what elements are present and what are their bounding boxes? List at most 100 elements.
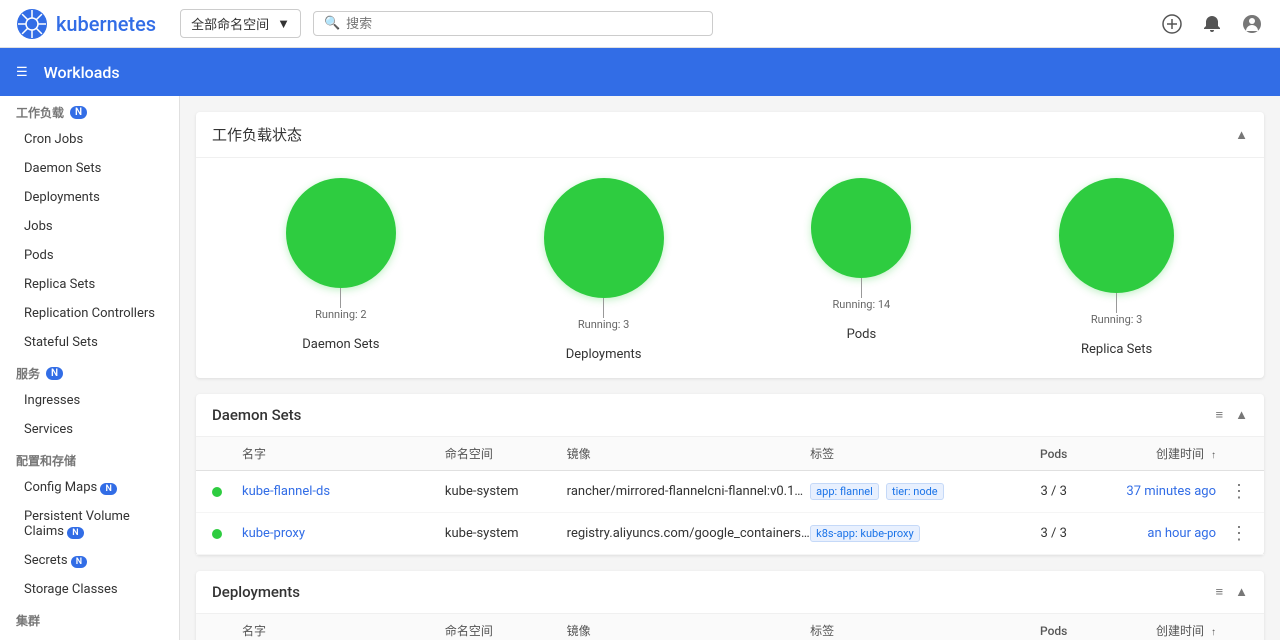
kubernetes-logo-icon [16,8,48,40]
top-nav: kubernetes 全部命名空间 ▼ 🔍 [0,0,1280,48]
ds-row2-labels: k8s-app: kube-proxy [810,525,1013,542]
sidebar-item-stateful-sets[interactable]: Stateful Sets [0,328,179,357]
chevron-down-icon: ▼ [277,16,290,32]
ds-row1-more-icon[interactable]: ⋮ [1230,481,1248,502]
daemon-sets-circle-container: Running: 2 [286,178,396,321]
daemon-sets-card-title: Daemon Sets [212,406,301,424]
dep-labels-col-header: 标签 [810,622,1013,639]
daemon-sets-sort-icon: ↑ [1211,450,1216,461]
logo: kubernetes [16,8,156,40]
replica-sets-circle-container: Running: 3 [1059,178,1174,326]
sidebar-item-jobs[interactable]: Jobs [0,212,179,241]
notification-icon[interactable] [1200,12,1224,36]
daemon-sets-filter-icon[interactable]: ≡ [1216,407,1224,423]
daemon-sets-name-col-header: 名字 [242,445,445,462]
daemon-sets-labels-col-header: 标签 [810,445,1013,462]
daemon-sets-table-header: 名字 命名空间 镜像 标签 Pods 创建时间 ↑ [196,437,1264,471]
pods-circle-container: Running: 14 [811,178,911,311]
ds-row1-actions: ⋮ [1216,481,1248,502]
sidebar-section-cluster-label: 集群 [16,612,40,629]
daemon-sets-collapse-btn[interactable]: ▲ [1235,407,1248,423]
ds-row1-time-link[interactable]: 37 minutes ago [1126,484,1216,499]
sidebar-section-config: 配置和存储 [0,444,179,473]
pods-stem [861,278,862,298]
ds-row2-pods: 3 / 3 [1013,526,1094,541]
deployments-collapse-btn[interactable]: ▲ [1235,584,1248,600]
ds-row2-label1: k8s-app: kube-proxy [810,525,920,542]
ds-row2-name-link[interactable]: kube-proxy [242,526,305,541]
sidebar-section-services: 服务 N [0,357,179,386]
search-input[interactable] [346,16,702,31]
daemon-sets-row1-status-dot [212,487,222,497]
sidebar-item-cron-jobs[interactable]: Cron Jobs [0,125,179,154]
ds-row2-status [212,529,232,539]
daemon-sets-time-col-header: 创建时间 ↑ [1094,445,1216,462]
sidebar-item-config-maps[interactable]: Config Maps N [0,473,179,502]
daemon-sets-circle [286,178,396,288]
deployments-label: Deployments [566,347,642,362]
ds-row1-ns: kube-system [445,484,567,499]
namespace-label: 全部命名空间 [191,14,269,33]
daemon-sets-ns-col-header: 命名空间 [445,445,567,462]
sidebar-section-config-label: 配置和存储 [16,452,76,469]
sidebar-section-services-badge: N [46,367,63,380]
workload-status-header: 工作负载状态 ▲ [196,112,1264,158]
sidebar-item-replica-sets[interactable]: Replica Sets [0,270,179,299]
table-row: kube-proxy kube-system registry.aliyuncs… [196,513,1264,555]
main-layout: 工作负载 N Cron Jobs Daemon Sets Deployments… [0,96,1280,640]
namespace-selector[interactable]: 全部命名空间 ▼ [180,9,301,38]
workloads-title: Workloads [44,63,120,82]
daemon-sets-actions: ≡ ▲ [1216,407,1248,423]
dep-pods-col-header: Pods [1013,624,1094,638]
sidebar-item-secrets[interactable]: Secrets N [0,546,179,575]
daemon-sets-row2-status-dot [212,529,222,539]
daemon-sets-pods-col-header: Pods [1013,447,1094,461]
ds-row2-more-icon[interactable]: ⋮ [1230,523,1248,544]
ds-row1-label2: tier: node [886,483,944,500]
workloads-bar: ☰ Workloads [0,48,1280,96]
sidebar-item-services[interactable]: Services [0,415,179,444]
deployments-filter-icon[interactable]: ≡ [1216,584,1224,600]
deployments-running-label: Running: 3 [578,318,630,331]
sidebar-item-deployments[interactable]: Deployments [0,183,179,212]
sidebar-item-pods[interactable]: Pods [0,241,179,270]
hamburger-icon[interactable]: ☰ [16,65,28,80]
sidebar-item-daemon-sets[interactable]: Daemon Sets [0,154,179,183]
deployments-circle [544,178,664,298]
user-avatar[interactable] [1240,12,1264,36]
ds-row1-time: 37 minutes ago [1094,484,1216,499]
add-button[interactable] [1160,12,1184,36]
daemon-sets-running-label: Running: 2 [315,308,367,321]
top-nav-actions [1160,12,1264,36]
sidebar-item-replication-controllers[interactable]: Replication Controllers [0,299,179,328]
daemon-sets-image-col-header: 镜像 [567,445,811,462]
workload-status-card: 工作负载状态 ▲ Running: 2 Daemon Sets [196,112,1264,378]
search-bar[interactable]: 🔍 [313,11,713,36]
workload-deployments: Running: 3 Deployments [544,178,664,362]
collapse-workload-status-btn[interactable]: ▲ [1235,127,1248,143]
sidebar-item-cluster-role-bindings[interactable]: Cluster Role Bindings [0,633,179,640]
sidebar-item-ingresses[interactable]: Ingresses [0,386,179,415]
daemon-sets-stem [340,288,341,308]
workload-replica-sets: Running: 3 Replica Sets [1059,178,1174,362]
sidebar-item-storage-classes[interactable]: Storage Classes [0,575,179,604]
sidebar-item-pvc[interactable]: Persistent Volume Claims N [0,502,179,546]
pods-label: Pods [847,327,877,342]
workload-pods: Running: 14 Pods [811,178,911,362]
ds-row2-image: registry.aliyuncs.com/google_containers/… [567,526,811,541]
replica-sets-label: Replica Sets [1081,342,1152,357]
daemon-sets-card-header: Daemon Sets ≡ ▲ [196,394,1264,437]
workload-daemon-sets: Running: 2 Daemon Sets [286,178,396,362]
logo-text: kubernetes [56,12,156,36]
sidebar-section-cluster: 集群 [0,604,179,633]
ds-row1-name-link[interactable]: kube-flannel-ds [242,484,330,499]
table-row: kube-flannel-ds kube-system rancher/mirr… [196,471,1264,513]
ds-row2-time-link[interactable]: an hour ago [1147,526,1216,541]
workload-status-body: Running: 2 Daemon Sets Running: 3 Deploy… [196,158,1264,378]
dep-ns-col-header: 命名空间 [445,622,567,639]
ds-row2-ns: kube-system [445,526,567,541]
daemon-sets-card: Daemon Sets ≡ ▲ 名字 命名空间 镜像 标签 Pods 创建时间 … [196,394,1264,555]
replica-sets-running-label: Running: 3 [1091,313,1143,326]
main-content: 工作负载状态 ▲ Running: 2 Daemon Sets [180,96,1280,640]
daemon-sets-label: Daemon Sets [302,337,379,352]
